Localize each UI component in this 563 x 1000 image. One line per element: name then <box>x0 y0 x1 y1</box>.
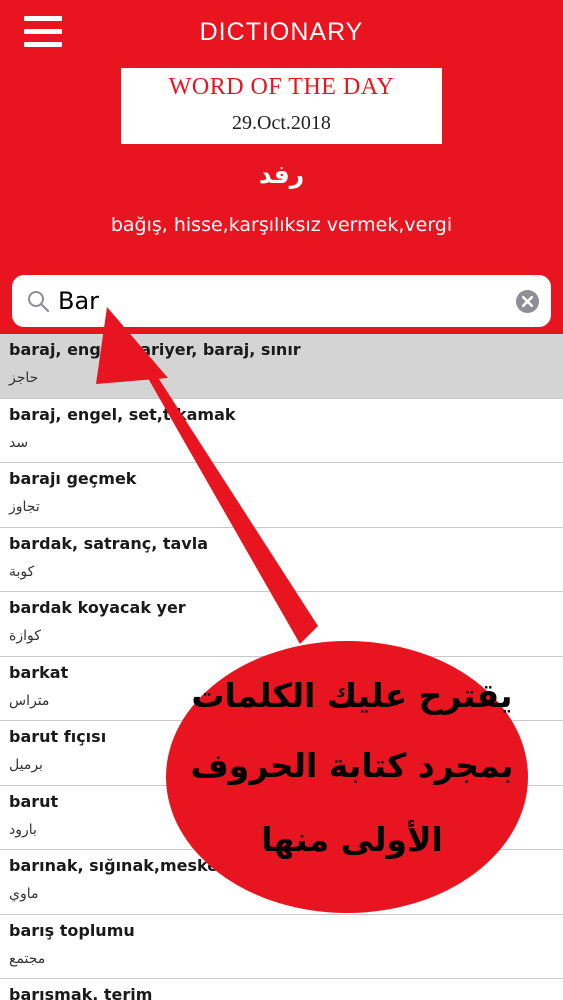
list-item-translation: مجتمع <box>9 950 46 967</box>
list-item[interactable]: barınak, sığınak,mesken, ماوي <box>0 850 563 915</box>
word-of-the-day-card[interactable]: WORD OF THE DAY 29.Oct.2018 <box>121 68 442 144</box>
list-item-term: barış toplumu <box>9 920 135 940</box>
word-of-the-day-meaning: bağış, hisse,karşılıksız vermek,vergi <box>110 214 453 236</box>
list-item-term: baraj, engel, bariyer, baraj, sınır <box>9 340 301 359</box>
list-item-term: bardak koyacak yer <box>9 598 186 617</box>
list-item[interactable]: barut fıçısı برميل <box>0 721 563 786</box>
list-item-translation: برميل <box>9 757 43 773</box>
list-item-term: barkat <box>9 662 69 682</box>
list-item[interactable]: baraj, engel, set,tıkamak سد <box>0 398 563 463</box>
list-item-translation: ماوي <box>9 886 39 902</box>
search-input[interactable] <box>58 283 498 319</box>
list-item-translation: تجاوز <box>9 499 40 515</box>
list-item[interactable]: barışmak, terim <box>0 979 563 1000</box>
list-item[interactable]: barajı geçmek تجاوز <box>0 463 563 528</box>
clear-icon[interactable] <box>516 290 539 313</box>
list-item[interactable]: barkat متراس <box>0 656 563 721</box>
list-item-translation: بارود <box>9 821 37 838</box>
list-item-translation: كوازة <box>9 628 41 644</box>
word-of-the-day-word: رفد <box>258 160 305 189</box>
list-item-term: barajı geçmek <box>9 469 137 488</box>
list-item-translation: كوبة <box>9 563 35 580</box>
list-item[interactable]: barış toplumu مجتمع <box>0 914 563 979</box>
list-item[interactable]: barut بارود <box>0 785 563 850</box>
app-title: DICTIONARY <box>199 18 364 46</box>
list-item-term: bardak, satranç, tavla <box>9 533 209 553</box>
search-bar <box>12 275 551 327</box>
list-item-term: barut <box>9 791 59 811</box>
list-item-term: barışmak, terim <box>9 985 153 1000</box>
list-item-term: baraj, engel, set,tıkamak <box>9 404 236 424</box>
list-item-term: barut fıçısı <box>9 727 107 746</box>
search-icon <box>28 291 50 313</box>
word-of-the-day-date: 29.Oct.2018 <box>232 112 331 134</box>
list-item-translation: حاجز <box>9 370 39 386</box>
list-item[interactable]: baraj, engel, bariyer, baraj, sınır حاجز <box>0 334 563 399</box>
header: DICTIONARY WORD OF THE DAY 29.Oct.2018 ر… <box>0 0 563 334</box>
list-item-term: barınak, sığınak,mesken, <box>9 856 236 875</box>
results-list: baraj, engel, bariyer, baraj, sınır حاجز… <box>0 334 563 1000</box>
word-of-the-day-heading: WORD OF THE DAY <box>168 74 395 100</box>
list-item[interactable]: bardak, satranç, tavla كوبة <box>0 527 563 592</box>
list-item[interactable]: bardak koyacak yer كوازة <box>0 592 563 657</box>
list-item-translation: سد <box>9 434 29 451</box>
list-item-translation: متراس <box>9 692 50 709</box>
